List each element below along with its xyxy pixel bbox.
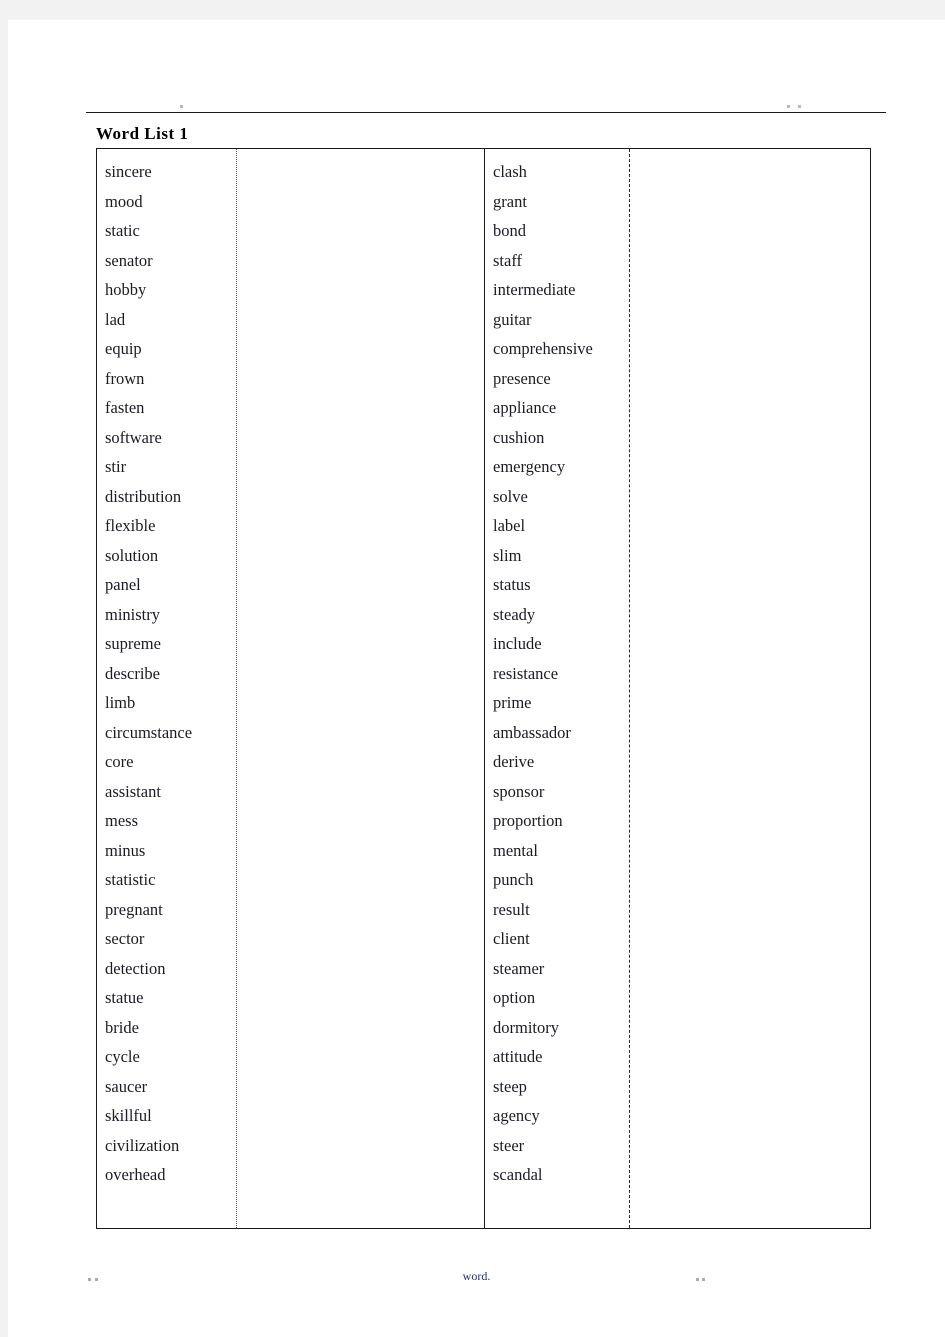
- word-item: flexible: [105, 516, 156, 535]
- word-item: sector: [105, 929, 145, 948]
- word-item: bond: [493, 221, 526, 240]
- word-item: steep: [493, 1076, 527, 1096]
- word-item: senator: [105, 250, 153, 270]
- word-item: skillful: [105, 1106, 152, 1125]
- word-item: presence: [493, 368, 551, 388]
- word-item: static: [105, 221, 140, 240]
- word-item: software: [105, 427, 162, 447]
- word-item: proportion: [493, 811, 563, 830]
- word-item: core: [105, 752, 134, 771]
- table-column-3: clash grant bond staff intermediate guitar com…: [485, 149, 630, 1228]
- word-item: frown: [105, 368, 145, 388]
- word-item: lad: [105, 309, 126, 329]
- word-item: derive: [493, 752, 535, 771]
- word-item: cushion: [493, 427, 545, 447]
- table-column-1: sincere mood static senator hobby lad equip fro…: [97, 149, 237, 1228]
- scan-artifact-mark: [88, 1278, 91, 1281]
- word-item: prime: [493, 693, 532, 712]
- document-page: Word List 1 sincere mood static senator hobb…: [8, 20, 945, 1337]
- word-item: supreme: [105, 634, 161, 653]
- word-item: ambassador: [493, 722, 571, 742]
- word-item: limb: [105, 693, 136, 712]
- word-item: pregnant: [105, 899, 163, 919]
- word-item: intermediate: [493, 280, 576, 299]
- word-item: steer: [493, 1135, 525, 1155]
- word-item: agency: [493, 1106, 540, 1125]
- word-item: mess: [105, 811, 138, 830]
- word-item: describe: [105, 663, 160, 683]
- word-item: stir: [105, 457, 127, 476]
- word-item: label: [493, 516, 526, 535]
- word-list-table: sincere mood static senator hobby lad equip fro…: [96, 148, 871, 1229]
- word-item: include: [493, 634, 542, 653]
- word-item: appliance: [493, 398, 557, 417]
- word-item: detection: [105, 958, 166, 978]
- page-title: Word List 1: [96, 124, 189, 143]
- word-item: option: [493, 988, 536, 1007]
- word-item: hobby: [105, 280, 147, 299]
- word-item: sponsor: [493, 781, 545, 801]
- word-item: clash: [493, 162, 527, 181]
- word-item: statistic: [105, 870, 156, 889]
- word-item: cycle: [105, 1047, 140, 1066]
- scan-artifact-mark: [696, 1278, 699, 1281]
- word-item: result: [493, 899, 530, 919]
- word-item: client: [493, 929, 530, 948]
- word-item: panel: [105, 575, 141, 594]
- scan-artifact-mark: [702, 1278, 705, 1281]
- word-item: resistance: [493, 663, 559, 683]
- word-item: status: [493, 575, 531, 594]
- word-item: circumstance: [105, 722, 193, 742]
- word-item: steamer: [493, 958, 545, 978]
- word-item: mood: [105, 191, 143, 211]
- word-item: steady: [493, 604, 536, 624]
- scan-artifact-mark: [798, 105, 801, 108]
- header-horizontal-rule: [86, 112, 886, 113]
- word-item: scandal: [493, 1165, 543, 1184]
- table-column-4: [630, 149, 868, 1228]
- scan-artifact-mark: [95, 1278, 98, 1281]
- word-item: comprehensive: [493, 339, 593, 358]
- scan-artifact-mark: [180, 105, 183, 108]
- word-item: assistant: [105, 781, 161, 801]
- table-column-2: [237, 149, 485, 1228]
- word-item: solve: [493, 486, 528, 506]
- word-item: minus: [105, 840, 146, 860]
- word-item: mental: [493, 840, 538, 860]
- word-item: fasten: [105, 398, 145, 417]
- word-item: distribution: [105, 486, 182, 506]
- word-item: sincere: [105, 162, 152, 181]
- word-item: punch: [493, 870, 534, 889]
- word-item: civilization: [105, 1135, 180, 1155]
- word-item: dormitory: [493, 1017, 559, 1037]
- word-item: saucer: [105, 1076, 148, 1096]
- scan-artifact-mark: [787, 105, 790, 108]
- word-item: equip: [105, 339, 142, 358]
- word-item: staff: [493, 250, 523, 270]
- word-item: bride: [105, 1017, 139, 1037]
- word-item: overhead: [105, 1165, 166, 1184]
- word-item: ministry: [105, 604, 161, 624]
- word-item: grant: [493, 191, 527, 211]
- page-footer: word.: [8, 1269, 945, 1289]
- word-item: solution: [105, 545, 159, 565]
- footer-text: word.: [462, 1269, 491, 1283]
- word-item: slim: [493, 545, 522, 565]
- word-item: guitar: [493, 309, 532, 329]
- word-item: statue: [105, 988, 144, 1007]
- word-item: emergency: [493, 457, 566, 476]
- word-item: attitude: [493, 1047, 543, 1066]
